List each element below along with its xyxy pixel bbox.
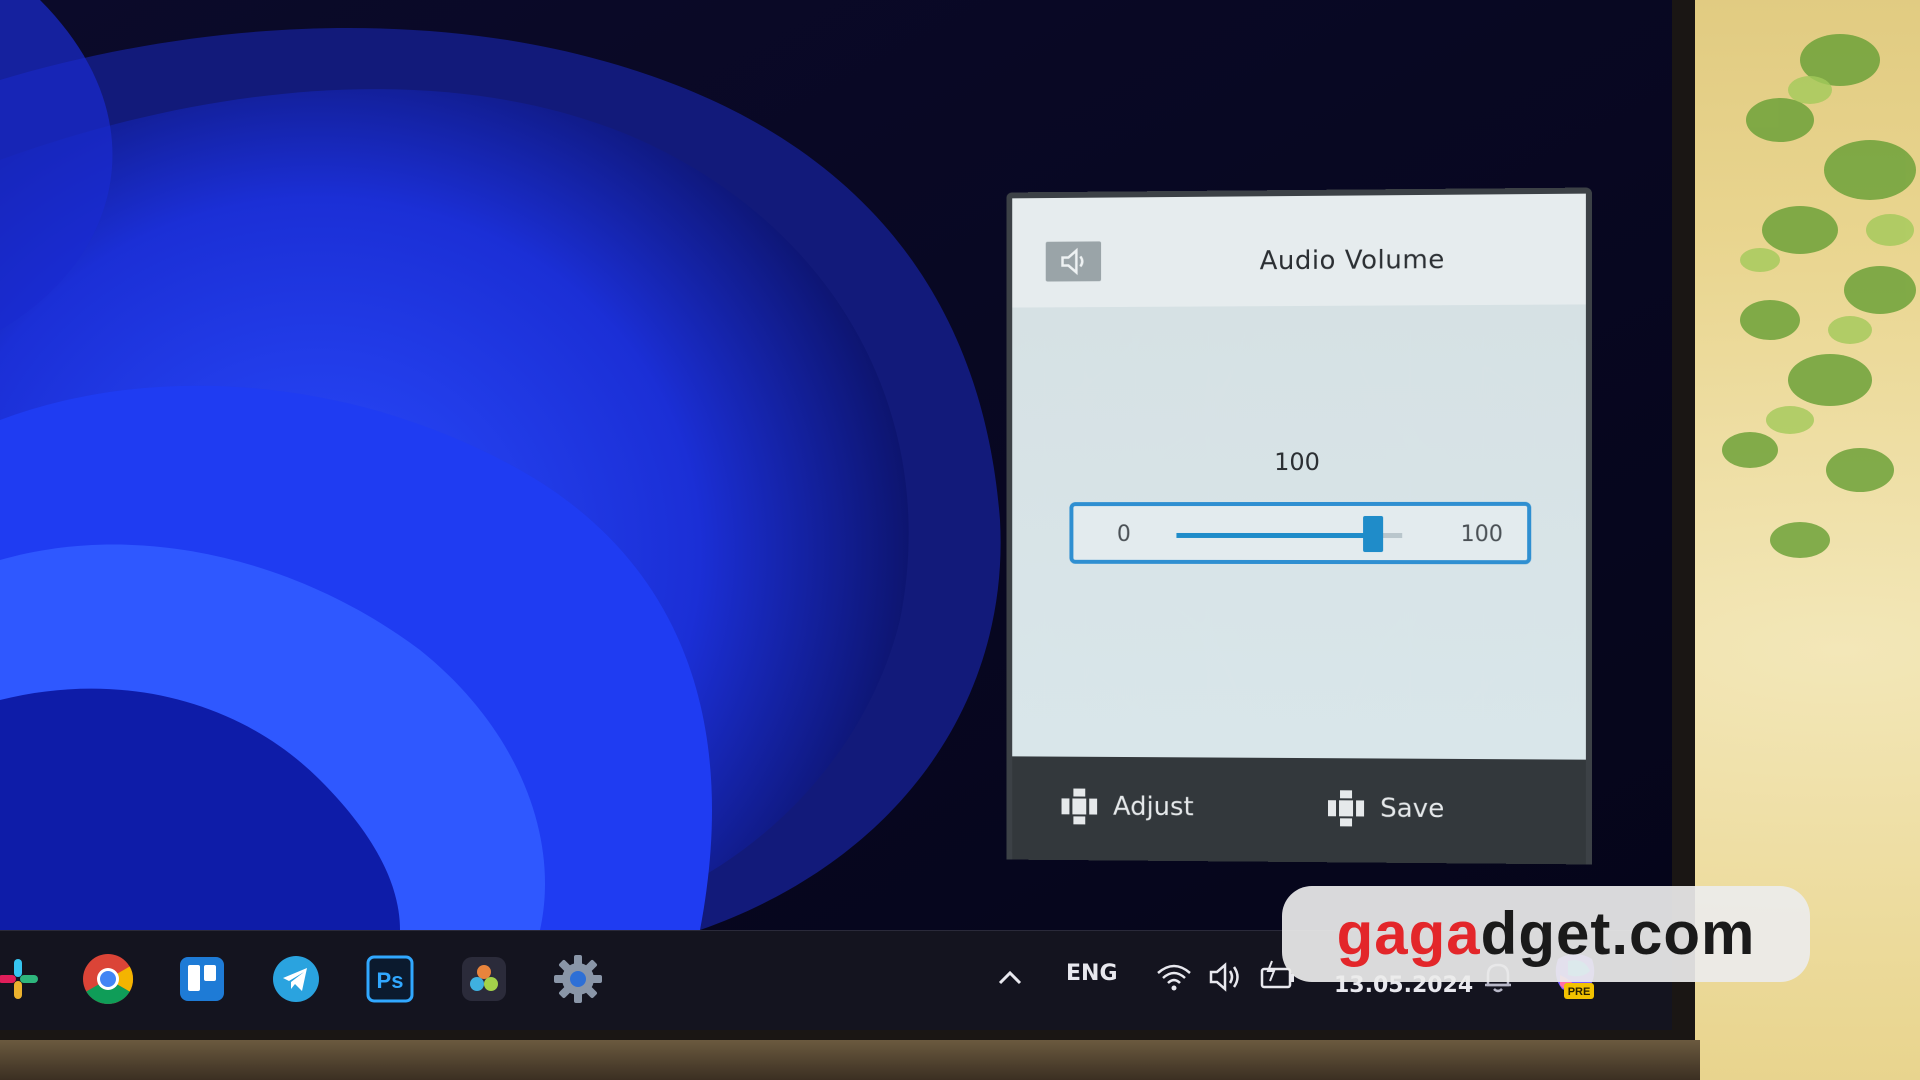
- davinci-resolve-icon[interactable]: [454, 949, 514, 1009]
- slider-thumb[interactable]: [1362, 515, 1383, 553]
- osd-header: Audio Volume: [1012, 193, 1586, 308]
- chevron-up-icon[interactable]: [990, 957, 1030, 997]
- plant-decoration: [1722, 34, 1916, 558]
- osd-panel: Audio Volume 100 0 100 Adjust Save: [1006, 187, 1592, 865]
- save-hint: Save: [1326, 788, 1444, 829]
- photoshop-label: Ps: [377, 968, 404, 993]
- adjust-hint: Adjust: [1060, 786, 1194, 827]
- slider-fill: [1176, 532, 1373, 539]
- wifi-icon[interactable]: [1154, 957, 1194, 997]
- volume-value: 100: [1274, 447, 1320, 477]
- trello-icon[interactable]: [172, 949, 232, 1009]
- watermark: gagadget.com: [1282, 886, 1810, 982]
- slider-min-label: 0: [1116, 522, 1131, 547]
- language-indicator[interactable]: ENG: [1066, 961, 1118, 986]
- volume-slider[interactable]: 0 100: [1069, 501, 1532, 565]
- monitor-bottom-edge: [0, 1040, 1700, 1080]
- chrome-icon[interactable]: [78, 949, 138, 1009]
- watermark-text: gagadget.com: [1337, 900, 1756, 967]
- photoshop-icon[interactable]: Ps: [360, 949, 420, 1009]
- telegram-icon[interactable]: [266, 949, 326, 1009]
- slack-icon[interactable]: [0, 949, 48, 1009]
- save-label: Save: [1380, 793, 1445, 825]
- volume-icon[interactable]: [1206, 957, 1246, 997]
- watermark-logo: gagadget.com: [1337, 900, 1756, 967]
- slider-max-label: 100: [1460, 521, 1503, 548]
- settings-icon[interactable]: [548, 949, 608, 1009]
- monitor-screen: Audio Volume 100 0 100 Adjust Save Ps EN…: [0, 0, 1672, 1030]
- osd-footer: Adjust Save: [1012, 756, 1586, 865]
- osd-title: Audio Volume: [1259, 244, 1445, 277]
- joystick-icon: [1328, 790, 1365, 827]
- copilot-badge: PRE: [1568, 986, 1591, 998]
- joystick-icon: [1061, 788, 1098, 825]
- adjust-label: Adjust: [1112, 791, 1194, 823]
